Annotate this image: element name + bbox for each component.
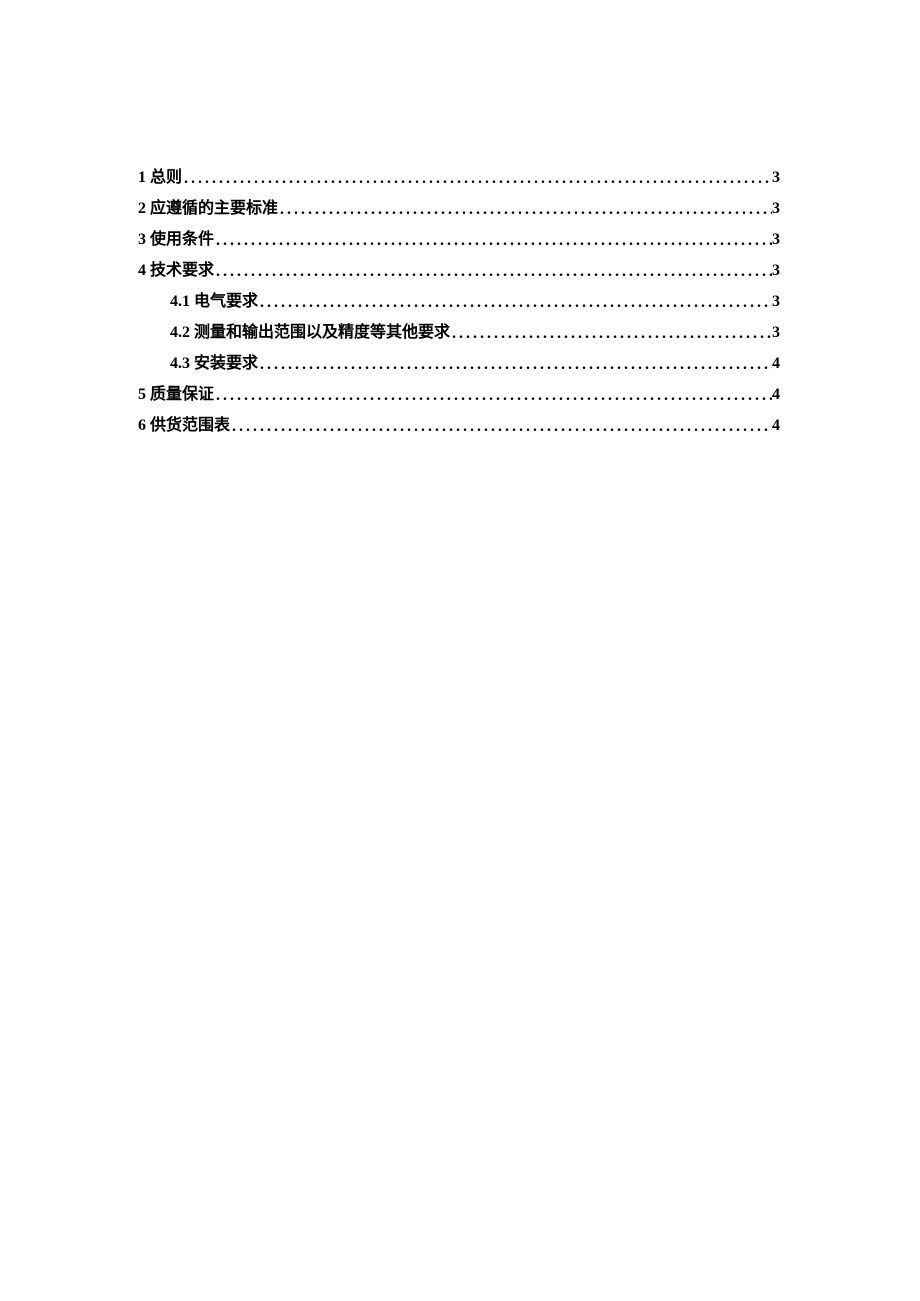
toc-page-number: 4: [772, 387, 780, 403]
toc-page-number: 3: [772, 232, 780, 248]
toc-title: 总则: [150, 169, 182, 186]
toc-leader-dots: [214, 388, 772, 404]
toc-title: 应遵循的主要标准: [150, 200, 278, 217]
toc-title: 电气要求: [194, 293, 258, 310]
toc-leader-dots: [258, 357, 772, 373]
toc-leader-dots: [450, 326, 772, 342]
toc-number: 4.1: [170, 293, 190, 310]
toc-entry[interactable]: 6 供货范围表 4: [138, 418, 780, 434]
toc-page-number: 3: [772, 325, 780, 341]
toc-label: 4 技术要求: [138, 263, 214, 279]
toc-label: 1 总则: [138, 170, 182, 186]
toc-title: 安装要求: [194, 355, 258, 372]
toc-entry[interactable]: 4.3 安装要求 4: [138, 356, 780, 372]
toc-number: 1: [138, 169, 146, 186]
toc-title: 供货范围表: [150, 417, 230, 434]
toc-number: 6: [138, 417, 146, 434]
toc-label: 4.3 安装要求: [170, 356, 258, 372]
toc-number: 5: [138, 386, 146, 403]
toc-entry[interactable]: 4.2 测量和输出范围以及精度等其他要求 3: [138, 325, 780, 341]
toc-leader-dots: [214, 264, 772, 280]
page: 1 总则 32 应遵循的主要标准 33 使用条件 34 技术要求 34.1 电气…: [0, 0, 920, 434]
toc-number: 4.2: [170, 324, 190, 341]
toc-label: 4.2 测量和输出范围以及精度等其他要求: [170, 325, 450, 341]
toc-number: 2: [138, 200, 146, 217]
toc-title: 质量保证: [150, 386, 214, 403]
toc-label: 6 供货范围表: [138, 418, 230, 434]
toc-label: 3 使用条件: [138, 232, 214, 248]
toc-title: 技术要求: [150, 262, 214, 279]
toc-leader-dots: [214, 233, 772, 249]
toc-entry[interactable]: 4 技术要求 3: [138, 263, 780, 279]
table-of-contents: 1 总则 32 应遵循的主要标准 33 使用条件 34 技术要求 34.1 电气…: [138, 170, 780, 434]
toc-entry[interactable]: 1 总则 3: [138, 170, 780, 186]
toc-label: 2 应遵循的主要标准: [138, 201, 278, 217]
toc-label: 5 质量保证: [138, 387, 214, 403]
toc-entry[interactable]: 4.1 电气要求 3: [138, 294, 780, 310]
toc-label: 4.1 电气要求: [170, 294, 258, 310]
toc-number: 3: [138, 231, 146, 248]
toc-page-number: 3: [772, 170, 780, 186]
toc-number: 4.3: [170, 355, 190, 372]
toc-page-number: 3: [772, 263, 780, 279]
toc-page-number: 4: [772, 418, 780, 434]
toc-number: 4: [138, 262, 146, 279]
toc-entry[interactable]: 5 质量保证 4: [138, 387, 780, 403]
toc-leader-dots: [278, 202, 772, 218]
toc-leader-dots: [182, 171, 772, 187]
toc-entry[interactable]: 2 应遵循的主要标准 3: [138, 201, 780, 217]
toc-page-number: 3: [772, 201, 780, 217]
toc-leader-dots: [230, 419, 772, 435]
toc-entry[interactable]: 3 使用条件 3: [138, 232, 780, 248]
toc-title: 使用条件: [150, 231, 214, 248]
toc-leader-dots: [258, 295, 772, 311]
toc-page-number: 4: [772, 356, 780, 372]
toc-title: 测量和输出范围以及精度等其他要求: [194, 324, 450, 341]
toc-page-number: 3: [772, 294, 780, 310]
